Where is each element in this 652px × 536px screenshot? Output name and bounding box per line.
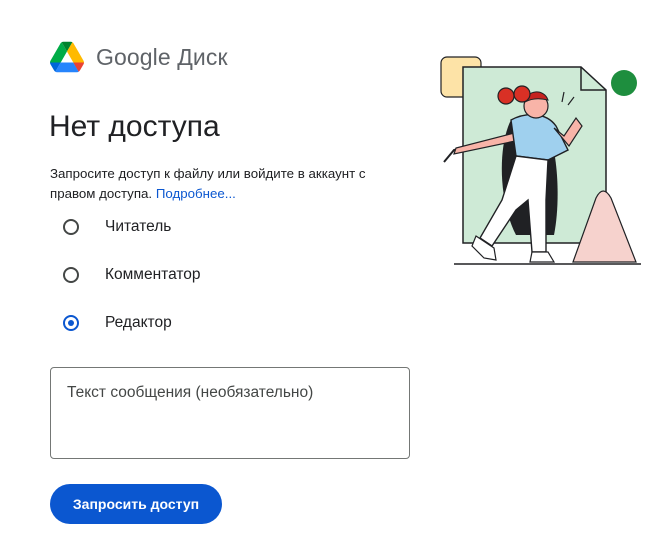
radio-editor[interactable] xyxy=(63,315,79,331)
role-label-viewer: Читатель xyxy=(105,218,172,235)
description: Запросите доступ к файлу или войдите в а… xyxy=(50,164,410,204)
brand: Google Диск xyxy=(50,41,228,73)
request-access-button[interactable]: Запросить доступ xyxy=(50,484,222,524)
role-option-commenter[interactable]: Комментатор xyxy=(63,266,201,284)
brand-name: Google Диск xyxy=(96,43,228,70)
role-option-editor[interactable]: Редактор xyxy=(63,314,172,332)
learn-more-link[interactable]: Подробнее... xyxy=(156,186,236,201)
role-label-editor: Редактор xyxy=(105,314,172,331)
page-title: Нет доступа xyxy=(49,110,220,143)
person-running-from-document-illustration xyxy=(440,56,641,265)
radio-commenter[interactable] xyxy=(63,267,79,283)
google-drive-logo-icon xyxy=(50,41,84,73)
role-option-viewer[interactable]: Читатель xyxy=(63,218,171,236)
message-input[interactable] xyxy=(50,367,410,459)
radio-viewer[interactable] xyxy=(63,219,79,235)
role-label-commenter: Комментатор xyxy=(105,266,201,283)
